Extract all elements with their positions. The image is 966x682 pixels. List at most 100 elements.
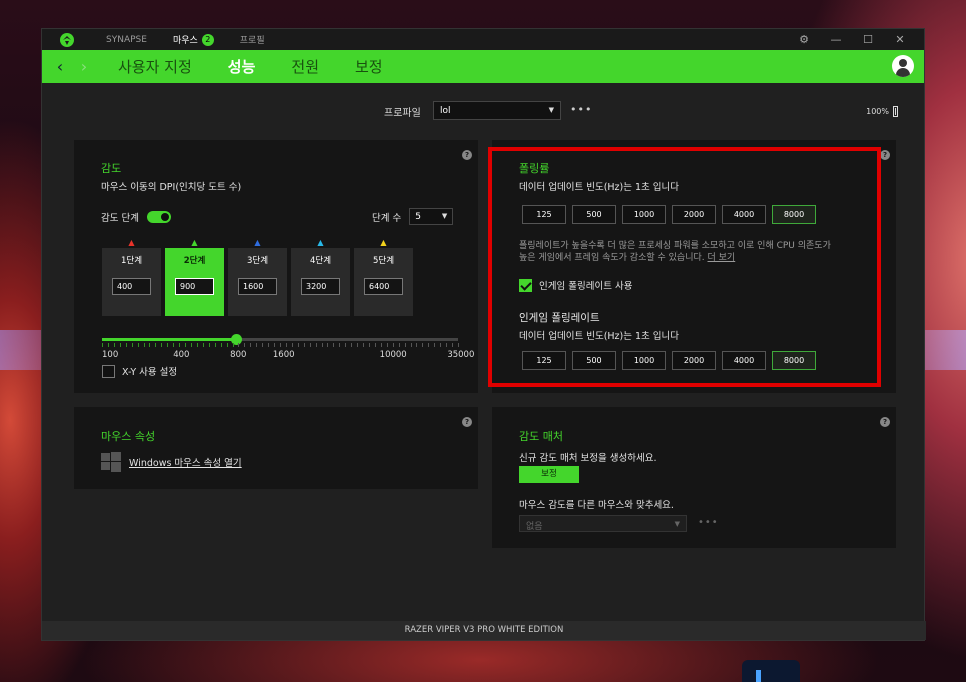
stage-color-indicator-icon: ▲ (191, 238, 198, 247)
forward-arrow-icon[interactable]: › (72, 57, 96, 76)
profile-select[interactable]: lol ▼ (433, 101, 561, 120)
stage-dpi-input[interactable]: 3200 (301, 278, 340, 295)
slider-tick (363, 343, 365, 347)
dpi-stage[interactable]: ▲ 5단계 6400 (354, 238, 413, 316)
device-count-badge: 2 (201, 33, 214, 46)
matcher-line1: 신규 감도 매처 보정을 생성하세요. (519, 453, 657, 464)
step-count-select[interactable]: 5 ▼ (409, 208, 454, 225)
nav-power[interactable]: 전원 (291, 56, 319, 77)
slider-tick (410, 343, 412, 347)
dpi-tick-labels: 100 400 800 1600 10000 35000 (102, 350, 475, 362)
help-icon[interactable]: ? (880, 417, 890, 427)
mouse-properties-panel: ? 마우스 속성 Windows 마우스 속성 열기 (74, 407, 478, 489)
slider-tick-label: 35000 (447, 350, 475, 360)
profile-more-icon[interactable]: ••• (570, 103, 592, 116)
help-icon[interactable]: ? (462, 417, 472, 427)
slider-tick (137, 343, 139, 347)
sensitivity-matcher-panel: ? 감도 매처 신규 감도 매처 보정을 생성하세요. 보정 마우스 감도를 다… (492, 407, 896, 548)
stage-dpi-input[interactable]: 900 (175, 278, 214, 295)
slider-tick (434, 343, 436, 347)
sensitivity-panel: ? 감도 마우스 이동의 DPI(인치당 도트 수) 감도 단계 단계 수 5 ▼… (74, 140, 478, 393)
dpi-stage[interactable]: ▲ 1단계 400 (102, 238, 161, 316)
slider-tick (291, 343, 293, 347)
slider-tick (220, 343, 222, 347)
chevron-down-icon: ▼ (674, 520, 680, 528)
slider-tick-label: 10000 (379, 350, 407, 360)
dpi-stage[interactable]: ▲ 4단계 3200 (291, 238, 350, 316)
stage-dpi-input[interactable]: 400 (112, 278, 151, 295)
tab-profile[interactable]: 프로필 (240, 33, 265, 46)
slider-tick-label: 400 (173, 350, 190, 360)
stages-label: 감도 단계 (101, 213, 139, 224)
slider-tick (327, 343, 329, 347)
slider-tick (274, 343, 276, 347)
slider-tick-label: 100 (102, 350, 119, 360)
slider-tick-label: 1600 (272, 350, 295, 360)
matcher-title: 감도 매처 (519, 430, 563, 443)
slider-tick (386, 343, 388, 347)
slider-tick (339, 343, 341, 347)
slider-tick (107, 343, 109, 347)
matcher-more-icon[interactable]: ••• (698, 517, 719, 528)
slider-tick (446, 343, 448, 347)
stage-color-indicator-icon: ▲ (317, 238, 324, 247)
help-icon[interactable]: ? (880, 150, 890, 160)
slider-tick (256, 343, 258, 347)
nav-calibration[interactable]: 보정 (355, 56, 383, 77)
slider-tick (244, 343, 246, 347)
slider-tick (315, 343, 317, 347)
slider-tick (179, 343, 181, 347)
tab-mouse[interactable]: 마우스 2 (173, 33, 214, 46)
stage-dpi-input[interactable]: 1600 (238, 278, 277, 295)
taskbar-app-icon[interactable] (742, 660, 800, 682)
device-status-bar: RAZER VIPER V3 PRO WHITE EDITION (42, 621, 926, 640)
slider-tick (416, 343, 418, 347)
slider-tick (357, 343, 359, 347)
xy-checkbox[interactable] (102, 364, 115, 378)
nav-customize[interactable]: 사용자 지정 (118, 56, 192, 77)
slider-tick (125, 343, 127, 347)
slider-tick-label: 800 (230, 350, 247, 360)
settings-gear-icon[interactable]: ⚙ (788, 33, 820, 46)
slider-tick (161, 343, 163, 347)
slider-tick (422, 343, 424, 347)
calibrate-button[interactable]: 보정 (519, 466, 579, 483)
slider-tick (280, 343, 281, 347)
slider-tick (458, 343, 459, 347)
minimize-icon[interactable]: — (820, 33, 852, 46)
slider-tick (143, 343, 145, 347)
slider-tick (167, 343, 169, 347)
xy-label: X-Y 사용 설정 (122, 367, 178, 378)
back-arrow-icon[interactable]: ‹ (48, 57, 72, 76)
dpi-stage[interactable]: ▲ 2단계 900 (165, 238, 224, 316)
user-avatar-icon[interactable] (892, 55, 914, 77)
highlight-box (488, 147, 881, 387)
slider-tick (119, 343, 121, 347)
razer-logo-icon (58, 31, 76, 49)
dpi-slider[interactable] (102, 334, 458, 345)
tab-synapse[interactable]: SYNAPSE (106, 35, 147, 45)
mouse-properties-title: 마우스 속성 (101, 430, 156, 443)
slider-tick (321, 343, 323, 347)
stage-dpi-input[interactable]: 6400 (364, 278, 403, 295)
battery-icon (893, 106, 898, 117)
slider-tick (392, 343, 394, 347)
match-mouse-select[interactable]: 없음 ▼ (519, 515, 687, 532)
dpi-stages: ▲ 1단계 400 ▲ 2단계 900 ▲ 3단계 1600 ▲ 4단계 3200 ▲ 5단계 6400 (102, 238, 417, 316)
nav-performance[interactable]: 성능 (228, 56, 256, 77)
title-bar: SYNAPSE 마우스 2 프로필 ⚙ — ☐ ✕ (42, 29, 924, 50)
maximize-icon[interactable]: ☐ (852, 33, 884, 46)
slider-tick (309, 343, 311, 347)
slider-tick (268, 343, 270, 347)
slider-tick (131, 343, 133, 347)
slider-tick (113, 343, 115, 347)
help-icon[interactable]: ? (462, 150, 472, 160)
stage-color-indicator-icon: ▲ (128, 238, 135, 247)
slider-tick (380, 343, 382, 347)
slider-tick (185, 343, 187, 347)
chevron-down-icon: ▼ (548, 106, 554, 114)
close-icon[interactable]: ✕ (884, 33, 916, 46)
stages-toggle[interactable] (146, 211, 171, 223)
dpi-stage[interactable]: ▲ 3단계 1600 (228, 238, 287, 316)
windows-mouse-properties-link[interactable]: Windows 마우스 속성 열기 (129, 455, 242, 469)
